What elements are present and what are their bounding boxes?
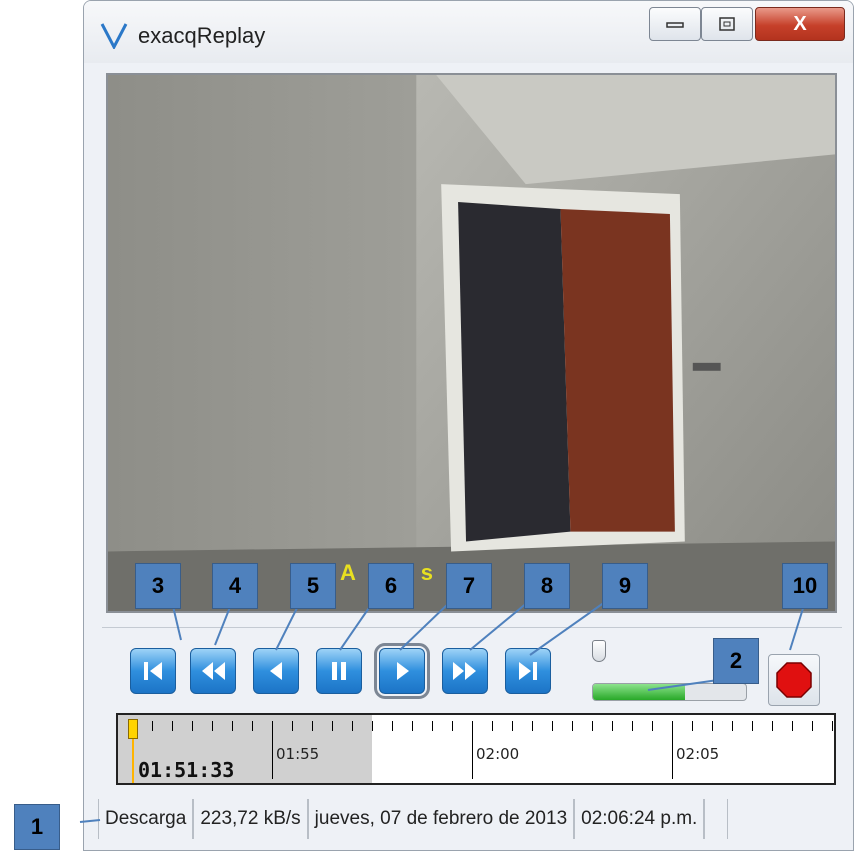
callout-4: 4 <box>212 563 258 609</box>
callout-9: 9 <box>602 563 648 609</box>
callout-10: 10 <box>782 563 828 609</box>
callout-7: 7 <box>446 563 492 609</box>
callout-3: 3 <box>135 563 181 609</box>
callout-6: 6 <box>368 563 414 609</box>
callout-2: 2 <box>713 638 759 684</box>
callout-1: 1 <box>14 804 60 850</box>
callout-8: 8 <box>524 563 570 609</box>
callout-pointer-lines <box>79 601 806 823</box>
callout-5: 5 <box>290 563 336 609</box>
